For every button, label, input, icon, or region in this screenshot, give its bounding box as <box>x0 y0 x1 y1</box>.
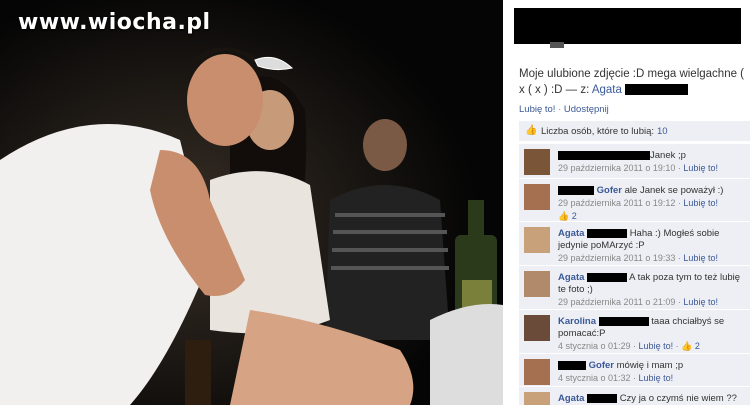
comment-meta: 29 października 2011 o 21:09 · Lubię to! <box>558 297 718 307</box>
redacted-name <box>558 360 586 370</box>
share-link[interactable]: Udostępnij <box>564 104 609 115</box>
comment-like-link[interactable]: Lubię to! <box>683 253 718 263</box>
like-link[interactable]: Lubię to! <box>519 104 555 115</box>
comment-text: A tak poza tym to też lubię te foto ;) <box>558 272 741 295</box>
thumbs-up-icon: 👍 <box>558 211 570 221</box>
comment-meta: 4 stycznia o 01:29 · Lubię to! · 👍 2 <box>558 341 700 351</box>
comment-author[interactable]: Karolina <box>558 316 596 327</box>
comment-like-link[interactable]: Lubię to! <box>683 297 718 307</box>
avatar[interactable] <box>524 227 550 253</box>
avatar[interactable] <box>524 359 550 385</box>
comment: Janek ;p 29 października 2011 o 19:10 · … <box>519 143 750 178</box>
redacted-name <box>558 185 594 195</box>
likes-summary: 👍 Liczba osób, które to lubią: 10 <box>519 121 750 141</box>
header-subtext <box>550 42 564 48</box>
redacted-name <box>587 272 628 282</box>
redacted-name <box>598 316 649 326</box>
redacted-header <box>514 8 741 44</box>
tagged-user-link[interactable]: Agata <box>592 84 622 96</box>
comment-like-link[interactable]: Lubię to! <box>683 163 718 173</box>
thumbs-up-icon: 👍 <box>525 125 538 136</box>
comment-text: mówię i mam ;p <box>616 360 684 371</box>
comment: Karolina taaa chciałbyś se pomacać:P 4 s… <box>519 309 750 353</box>
comment: Agata Czy ja o czymś nie wiem ?? <box>519 386 750 405</box>
comment-like-count[interactable]: 2 <box>695 341 700 351</box>
post-actions: Lubię to! · Udostępnij <box>519 104 609 115</box>
comment-meta: 29 października 2011 o 19:10 · Lubię to! <box>558 163 718 173</box>
comment-text: ale Janek se poważył :) <box>624 185 724 196</box>
comment-author[interactable]: Agata <box>558 272 584 283</box>
avatar[interactable] <box>524 184 550 210</box>
facebook-photo-panel: Moje ulubione zdjęcie :D mega wielgachne… <box>503 0 750 405</box>
photo: www.wiocha.pl <box>0 0 503 405</box>
comment-like-count[interactable]: 👍 2 <box>558 211 577 221</box>
redacted-name <box>587 393 618 403</box>
comment-like-link[interactable]: Lubię to! <box>639 373 674 383</box>
comment: Gofer mówię i mam ;p 4 stycznia o 01:32 … <box>519 353 750 386</box>
redacted-name <box>558 150 650 160</box>
avatar[interactable] <box>524 315 550 341</box>
comment-meta: 4 stycznia o 01:32 · Lubię to! <box>558 373 674 383</box>
comment-like-link[interactable]: Lubię to! <box>639 341 674 351</box>
comment-like-link[interactable]: Lubię to! <box>683 198 718 208</box>
comment-meta: 29 października 2011 o 19:12 · Lubię to! <box>558 198 718 208</box>
photo-image <box>0 0 503 405</box>
avatar[interactable] <box>524 271 550 297</box>
watermark: www.wiocha.pl <box>18 10 211 35</box>
thumbs-up-icon: 👍 <box>681 341 693 351</box>
separator-dot: · <box>558 104 562 115</box>
likes-count[interactable]: 10 <box>657 126 668 137</box>
comment-text: Czy ja o czymś nie wiem ?? <box>619 393 737 404</box>
redacted-name <box>587 228 628 238</box>
photo-caption: Moje ulubione zdjęcie :D mega wielgachne… <box>519 66 749 98</box>
comment-author[interactable]: Gofer <box>597 185 622 196</box>
comment: Gofer ale Janek se poważył :) 29 paździe… <box>519 178 750 221</box>
redacted-name <box>625 84 689 96</box>
comment: Agata A tak poza tym to też lubię te fot… <box>519 265 750 309</box>
comment: Agata Haha :) Mogłeś sobie jedynie poMAr… <box>519 221 750 265</box>
avatar[interactable] <box>524 392 550 405</box>
avatar[interactable] <box>524 149 550 175</box>
likes-label: Liczba osób, które to lubią: <box>541 125 655 137</box>
comment-text: Janek ;p <box>650 150 686 161</box>
comment-author[interactable]: Gofer <box>589 360 614 371</box>
comment-meta: 29 października 2011 o 19:33 · Lubię to! <box>558 253 718 263</box>
comment-author[interactable]: Agata <box>558 393 584 404</box>
comment-author[interactable]: Agata <box>558 228 584 239</box>
